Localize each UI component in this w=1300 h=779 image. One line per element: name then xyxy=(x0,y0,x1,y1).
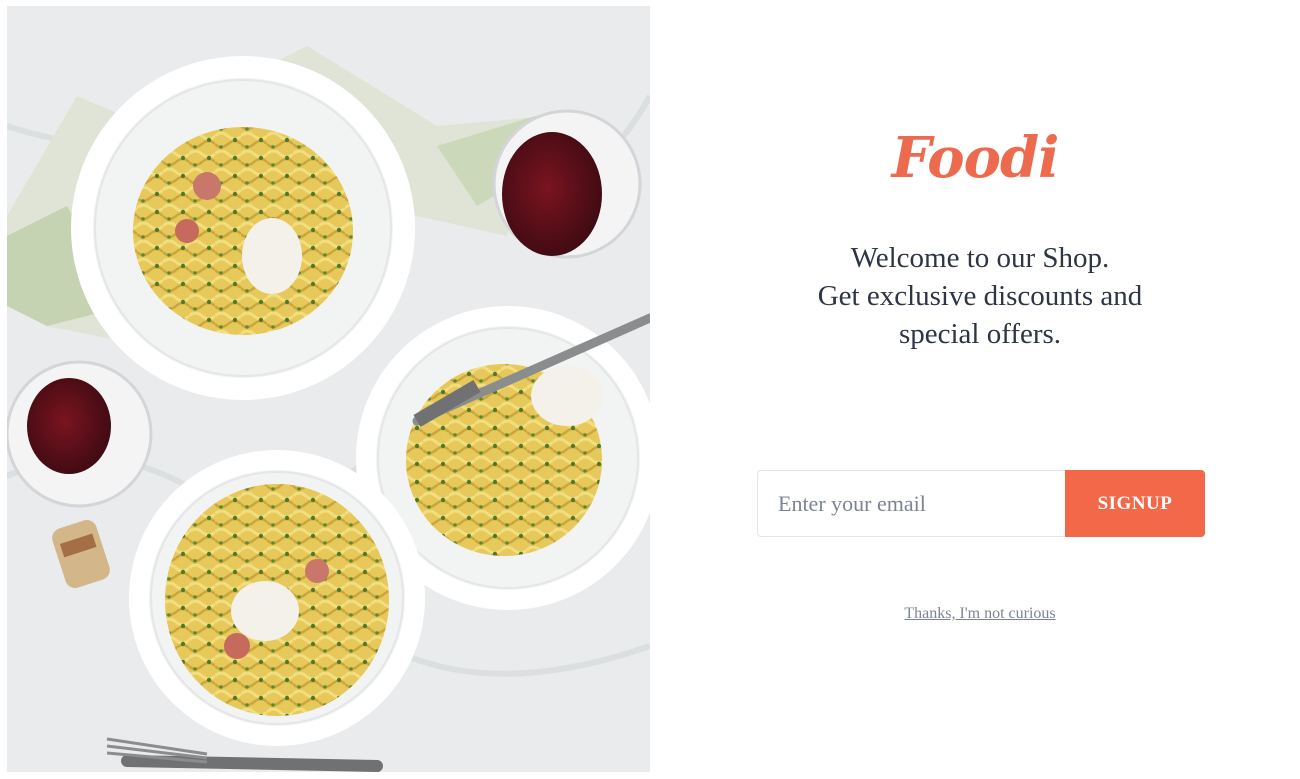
welcome-line-1: Welcome to our Shop. xyxy=(850,242,1110,274)
signup-button[interactable]: SIGNUP xyxy=(1065,470,1205,537)
decline-link[interactable]: Thanks, I'm not curious xyxy=(904,605,1055,622)
welcome-line-3: special offers. xyxy=(898,318,1062,350)
brand-logo: Foodi xyxy=(650,125,1300,191)
signup-form: SIGNUP xyxy=(757,470,1205,537)
welcome-message: Welcome to our Shop. Get exclusive disco… xyxy=(650,239,1300,353)
email-input[interactable] xyxy=(757,470,1065,537)
brand-logo-text: Foodi xyxy=(891,125,1060,191)
signup-panel: Foodi Welcome to our Shop. Get exclusive… xyxy=(650,0,1300,779)
decline-row: Thanks, I'm not curious xyxy=(650,605,1300,623)
hero-photo xyxy=(7,6,650,772)
welcome-line-2: Get exclusive discounts and xyxy=(817,280,1143,312)
